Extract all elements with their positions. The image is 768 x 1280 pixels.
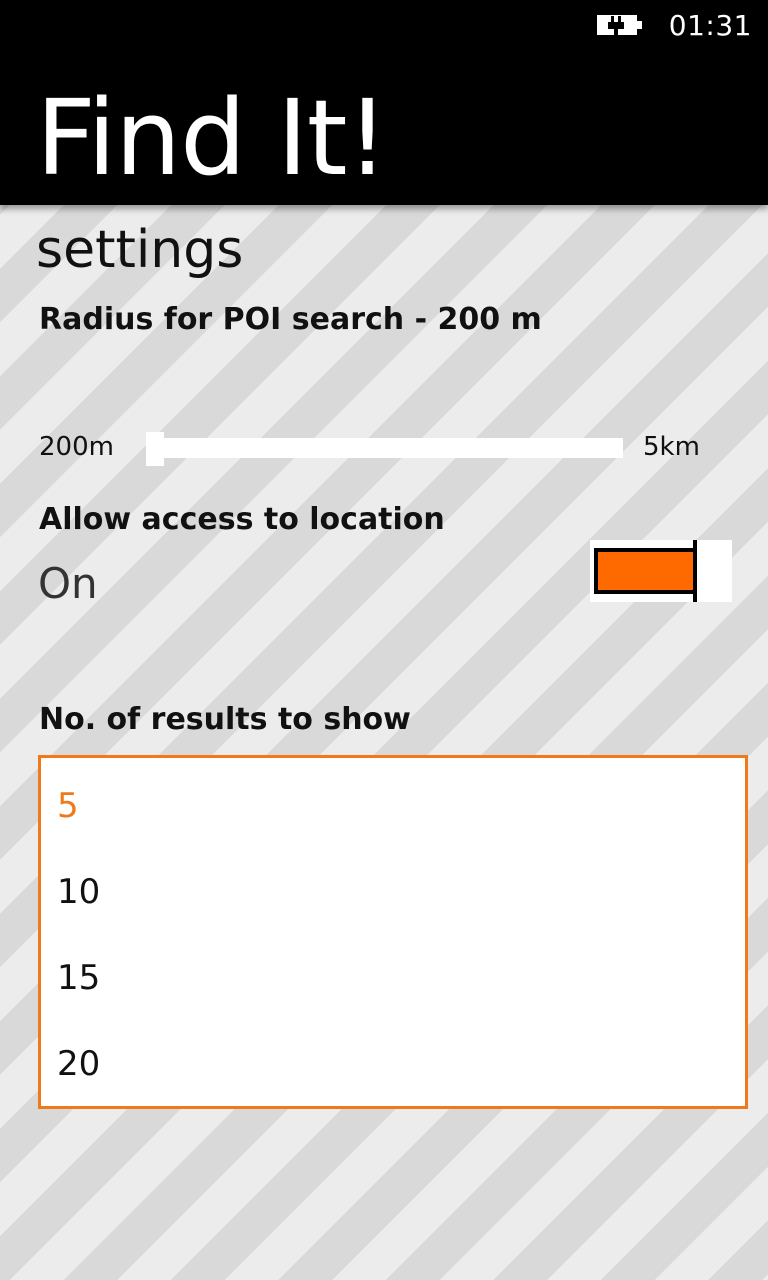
toggle-knob[interactable] xyxy=(693,540,732,602)
app-title: Find It! xyxy=(36,77,388,199)
radius-label: Radius for POI search - 200 m xyxy=(39,302,542,337)
results-count-list[interactable]: 5 10 15 20 xyxy=(38,755,748,1109)
list-item[interactable]: 20 xyxy=(57,1044,100,1084)
list-item[interactable]: 15 xyxy=(57,958,100,998)
status-time: 01:31 xyxy=(668,8,752,42)
slider-min-label: 200m xyxy=(39,432,114,462)
location-toggle-switch[interactable] xyxy=(590,540,732,602)
app-header: 01:31 Find It! xyxy=(0,0,768,205)
slider-max-label: 5km xyxy=(643,432,700,462)
location-access-value: On xyxy=(38,559,98,608)
status-bar: 01:31 xyxy=(596,6,752,44)
results-count-label: No. of results to show xyxy=(39,702,411,737)
list-item[interactable]: 5 xyxy=(57,786,79,826)
page-title: settings xyxy=(36,220,244,280)
settings-page: 01:31 Find It! settings Radius for POI s… xyxy=(0,0,768,1280)
location-access-label: Allow access to location xyxy=(39,502,445,537)
radius-slider-thumb[interactable] xyxy=(146,432,164,466)
battery-charging-icon xyxy=(596,13,643,37)
toggle-fill xyxy=(594,548,698,594)
list-item[interactable]: 10 xyxy=(57,872,100,912)
radius-slider-track[interactable] xyxy=(146,438,623,458)
